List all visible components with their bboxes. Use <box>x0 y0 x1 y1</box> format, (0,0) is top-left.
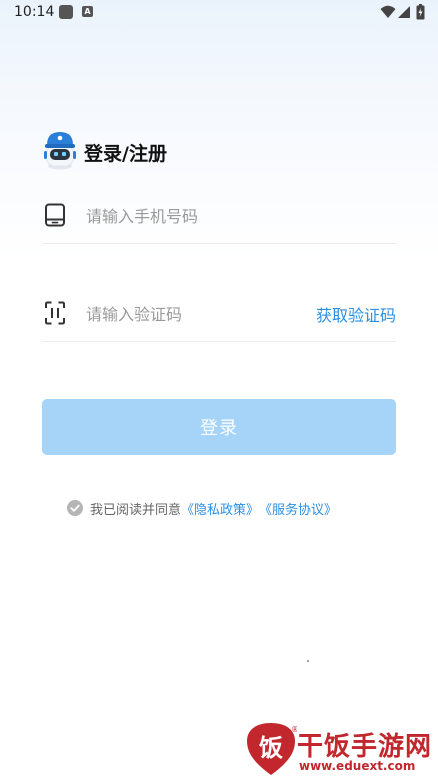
verification-code-input[interactable] <box>84 297 298 331</box>
app-notification-icon <box>59 5 73 19</box>
wifi-icon <box>380 5 396 18</box>
status-bar: 10:14 A <box>0 0 438 26</box>
privacy-policy-link[interactable]: 《隐私政策》 <box>181 499 259 518</box>
watermark-logo-glyph: 饭 <box>259 734 283 762</box>
verification-code-field: 获取验证码 <box>42 285 396 342</box>
login-button[interactable]: 登录 <box>42 399 396 455</box>
get-code-button[interactable]: 获取验证码 <box>316 302 396 326</box>
page-title: 登录/注册 <box>84 143 167 165</box>
status-time: 10:14 <box>14 4 55 20</box>
agreement-checkbox[interactable] <box>67 500 83 516</box>
check-icon <box>70 504 80 512</box>
a-icon: A <box>82 6 93 17</box>
agreement-text: 我已阅读并同意 <box>90 502 182 518</box>
agreement: 我已阅读并同意 《隐私政策》 《服务协议》 <box>67 498 337 518</box>
watermark-title: 干饭手游网 <box>297 732 433 762</box>
phone-field <box>42 187 396 244</box>
watermark-logo-icon: 饭 ® <box>247 723 297 775</box>
phone-input[interactable] <box>84 199 298 233</box>
robot-mascot-icon <box>44 132 76 170</box>
scan-icon <box>45 301 65 325</box>
watermark-url: www.eduext.com <box>299 759 416 773</box>
watermark: 饭 ® 干饭手游网 www.eduext.com <box>245 720 435 778</box>
signal-icon <box>398 6 410 18</box>
stray-dot <box>307 660 309 662</box>
battery-icon <box>416 4 425 20</box>
phone-icon <box>45 203 65 227</box>
service-agreement-link[interactable]: 《服务协议》 <box>259 499 337 518</box>
